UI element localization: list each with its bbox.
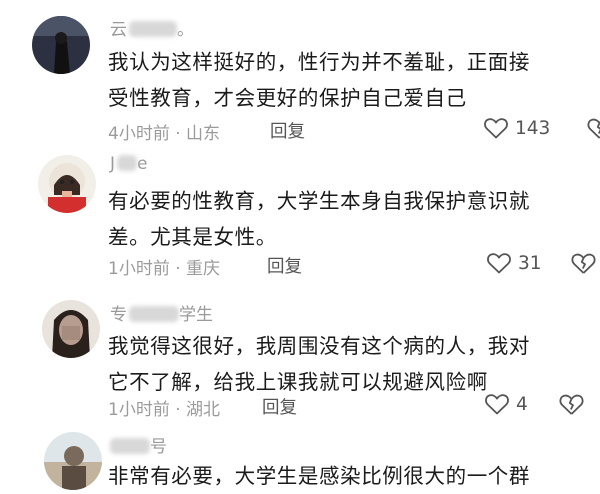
username-text: 专	[110, 305, 127, 325]
username[interactable]: 云。	[110, 15, 194, 40]
username-mask	[129, 21, 177, 37]
comment-meta: 1小时前 · 湖北	[108, 400, 221, 420]
comment-location: 山东	[186, 124, 221, 144]
like-button[interactable]: 4	[484, 392, 528, 416]
username-suffix: 号	[150, 437, 167, 457]
comment-line: 非常有必要，大学生是感染比例很大的一个群	[108, 464, 530, 488]
broken-heart-icon	[587, 118, 600, 139]
username-mask	[117, 155, 138, 171]
broken-heart-icon	[571, 253, 596, 274]
comment-line: 有必要的性教育，大学生本身自我保护意识就	[108, 189, 530, 213]
username[interactable]: 号	[110, 432, 167, 457]
username-suffix: 学生	[179, 305, 213, 325]
comment-line: 差。尤其是女性。	[108, 225, 277, 249]
username-text: 云	[110, 20, 127, 40]
like-count: 4	[516, 393, 528, 415]
reply-button[interactable]: 回复	[267, 253, 302, 278]
reply-button[interactable]: 回复	[262, 394, 297, 419]
comment-item: 号 非常有必要，大学生是感染比例很大的一个群	[0, 430, 600, 494]
username-suffix: e	[137, 154, 148, 174]
comment-time: 1小时前	[108, 400, 170, 420]
comment-item: 专 学生 我觉得这很好，我周围没有这个病的人，我对 它不了解，给我上课我就可以规避…	[0, 290, 600, 430]
broken-heart-icon	[559, 394, 584, 415]
comment-text: 非常有必要，大学生是感染比例很大的一个群	[108, 458, 530, 494]
reply-button[interactable]: 回复	[270, 118, 305, 143]
comment-time: 1小时前	[108, 259, 170, 279]
username-mask	[129, 306, 179, 322]
dislike-button[interactable]	[586, 116, 600, 141]
comment-line: 我认为这样挺好的，性行为并不羞耻，正面接	[108, 50, 530, 74]
comment-location: 重庆	[186, 259, 221, 279]
comment-time: 4小时前	[108, 124, 170, 144]
comment-line: 受性教育，才会更好的保护自己爱自己	[108, 86, 467, 110]
avatar[interactable]	[44, 432, 102, 490]
comment-text: 我认为这样挺好的，性行为并不羞耻，正面接 受性教育，才会更好的保护自己爱自己	[108, 44, 530, 116]
avatar[interactable]	[38, 155, 96, 213]
heart-outline-icon	[487, 253, 511, 274]
comment-item: 云。 我认为这样挺好的，性行为并不羞耻，正面接 受性教育，才会更好的保护自己爱自…	[0, 0, 600, 150]
comment-meta: 4小时前 · 山东	[108, 124, 221, 144]
username[interactable]: 专 学生	[110, 300, 213, 325]
dislike-button[interactable]	[570, 251, 597, 276]
heart-outline-icon	[485, 394, 509, 415]
comment-meta: 1小时前 · 重庆	[108, 259, 221, 279]
username-text: J	[110, 154, 116, 174]
avatar[interactable]	[32, 16, 90, 74]
like-count: 31	[518, 252, 542, 274]
like-button[interactable]: 143	[483, 116, 550, 140]
avatar[interactable]	[42, 300, 100, 358]
like-count: 143	[515, 117, 551, 139]
username-mask	[110, 438, 150, 454]
username-suffix: 。	[177, 20, 194, 40]
username[interactable]: Je	[110, 154, 147, 174]
comment-item: Je 有必要的性教育，大学生本身自我保护意识就 差。尤其是女性。 1小时前 · …	[0, 150, 600, 290]
comment-line: 我觉得这很好，我周围没有这个病的人，我对	[108, 334, 530, 358]
heart-outline-icon	[484, 118, 508, 139]
dislike-button[interactable]	[558, 392, 585, 417]
like-button[interactable]: 31	[486, 251, 542, 275]
comment-location: 湖北	[186, 400, 221, 420]
comment-text: 我觉得这很好，我周围没有这个病的人，我对 它不了解，给我上课我就可以规避风险啊	[108, 328, 530, 400]
comment-text: 有必要的性教育，大学生本身自我保护意识就 差。尤其是女性。	[108, 183, 530, 255]
